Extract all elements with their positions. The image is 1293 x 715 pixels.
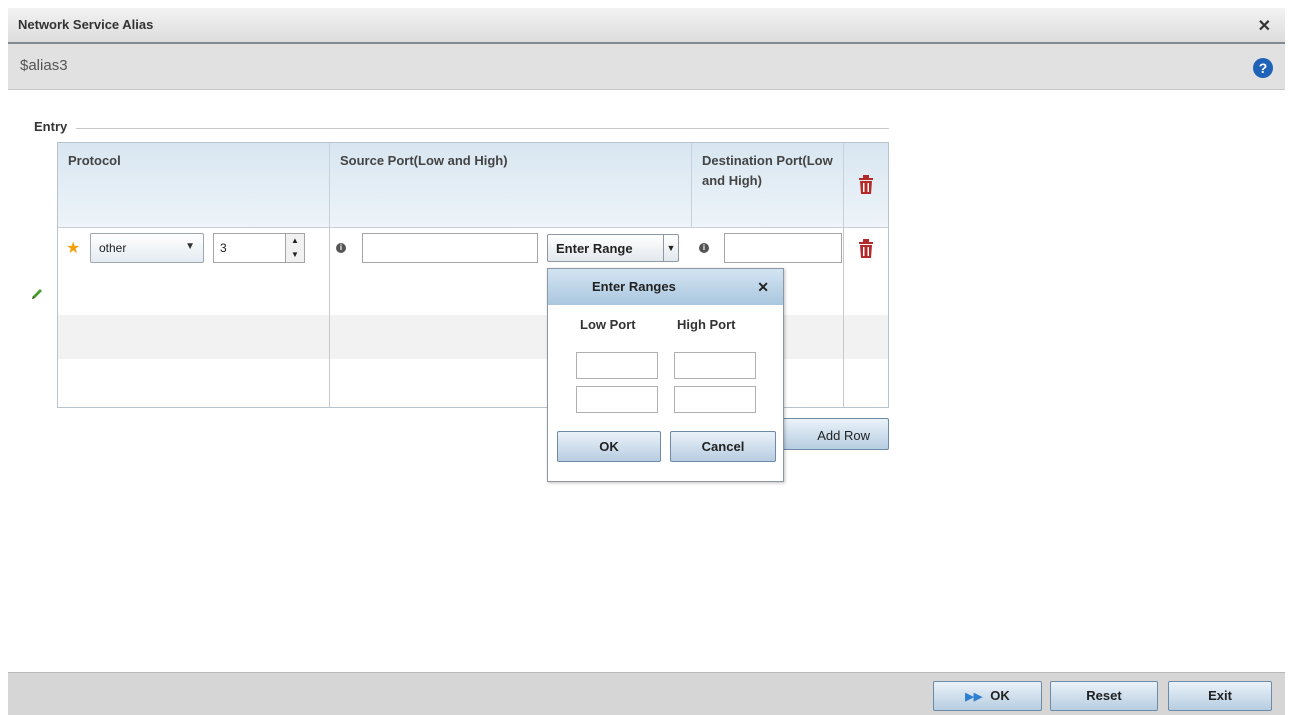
help-icon[interactable]: ?	[1253, 58, 1273, 78]
column-header-destination-port: Destination Port(Low and High)	[692, 143, 844, 227]
high-port-label: High Port	[677, 317, 736, 332]
destination-port-input[interactable]	[724, 233, 842, 263]
dialog-cancel-button[interactable]: Cancel	[670, 431, 776, 462]
low-port-input[interactable]	[576, 386, 658, 413]
dialog-title: Enter Ranges	[592, 279, 676, 294]
column-header-label: Source Port(Low and High)	[340, 153, 508, 168]
source-port-input[interactable]	[362, 233, 538, 263]
dialog-ok-button[interactable]: OK	[557, 431, 661, 462]
chevron-down-icon: ▼	[663, 235, 678, 261]
table-header: Protocol Source Port(Low and High) Desti…	[58, 143, 888, 228]
protocol-number-stepper[interactable]: 3 ▲ ▼	[213, 233, 305, 263]
section-divider	[76, 128, 889, 129]
ok-button[interactable]: ▶▶ OK	[933, 681, 1042, 711]
alias-name: $alias3	[20, 57, 68, 74]
enter-range-dropdown[interactable]: Enter Range ▼	[547, 234, 679, 262]
high-port-input[interactable]	[674, 386, 756, 413]
protocol-number-value: 3	[220, 241, 227, 255]
info-icon: i	[336, 243, 346, 253]
entry-section-label: Entry	[34, 119, 68, 134]
column-header-source-port: Source Port(Low and High)	[330, 143, 692, 227]
alias-header: $alias3 ?	[8, 44, 1285, 90]
window-titlebar: Network Service Alias ✕	[8, 8, 1285, 44]
enter-ranges-dialog: Enter Ranges ✕ Low Port High Port OK Can…	[547, 268, 784, 482]
chevron-down-icon: ▼	[185, 241, 195, 252]
low-port-input[interactable]	[576, 352, 658, 379]
trash-icon[interactable]	[858, 239, 874, 259]
high-port-input[interactable]	[674, 352, 756, 379]
close-icon[interactable]: ✕	[757, 279, 769, 296]
exit-label: Exit	[1208, 688, 1232, 703]
column-header-label: Destination Port(Low and High)	[702, 153, 833, 188]
stepper-buttons[interactable]: ▲ ▼	[285, 234, 304, 262]
add-row-button[interactable]: Add Row	[780, 418, 889, 450]
dialog-ok-label: OK	[599, 439, 619, 454]
reset-button[interactable]: Reset	[1050, 681, 1158, 711]
dialog-cancel-label: Cancel	[701, 439, 745, 454]
forward-icon: ▶▶	[965, 691, 983, 703]
column-header-protocol: Protocol	[58, 143, 330, 227]
low-port-label: Low Port	[580, 317, 636, 332]
required-star-icon: ★	[66, 240, 81, 257]
dialog-header: Enter Ranges ✕	[548, 269, 783, 305]
footer-bar: ▶▶ OK Reset Exit	[8, 672, 1285, 715]
trash-icon[interactable]	[858, 175, 874, 195]
enter-range-label: Enter Range	[556, 241, 633, 256]
protocol-select-value: other	[99, 241, 127, 255]
column-divider	[329, 227, 330, 407]
reset-label: Reset	[1086, 688, 1122, 703]
info-icon: i	[699, 243, 709, 253]
protocol-select[interactable]: other ▼	[90, 233, 204, 263]
exit-button[interactable]: Exit	[1168, 681, 1272, 711]
column-divider	[843, 227, 844, 407]
ok-label: OK	[990, 688, 1010, 703]
column-header-label: Protocol	[68, 153, 121, 168]
edit-pencil-icon[interactable]	[29, 286, 45, 302]
close-icon[interactable]: ✕	[1258, 16, 1271, 36]
window-title: Network Service Alias	[18, 17, 154, 32]
add-row-label: Add Row	[817, 428, 870, 443]
